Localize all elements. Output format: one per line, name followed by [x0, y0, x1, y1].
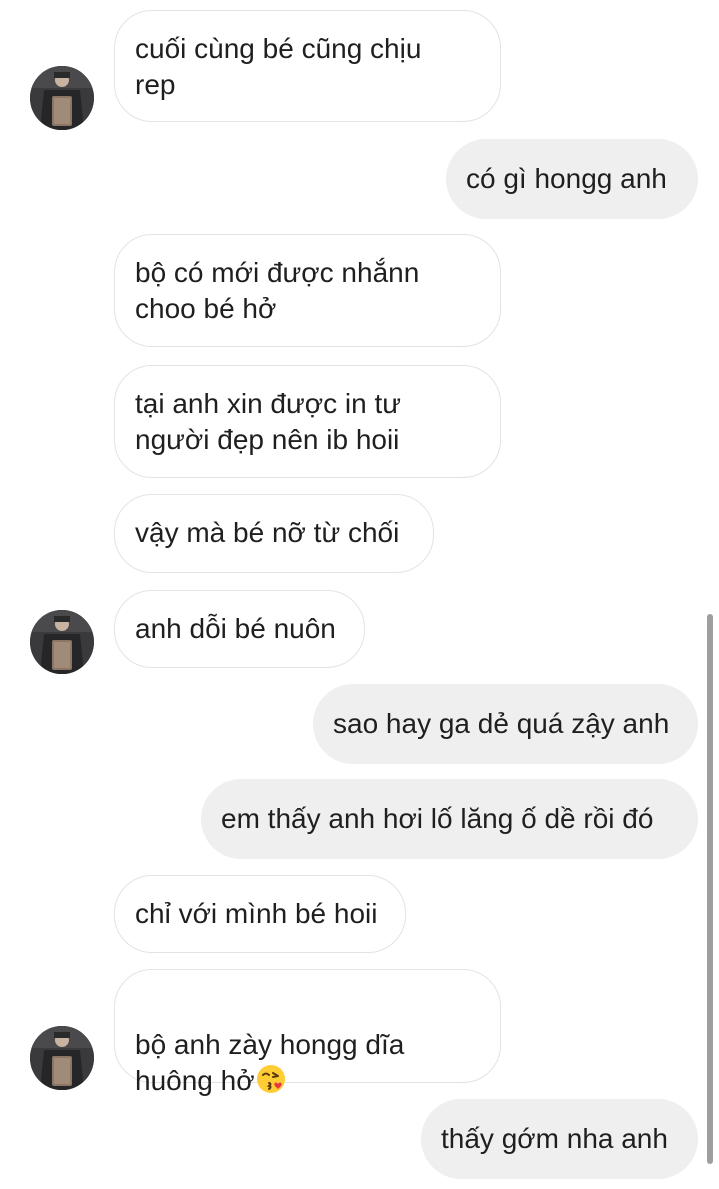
message-bubble-incoming[interactable]: bộ anh zày hongg dĩa huông hở — [114, 969, 501, 1096]
message-bubble-outgoing[interactable]: có gì hongg anh — [446, 139, 698, 219]
message-bubble-incoming[interactable]: anh dỗi bé nuôn — [114, 590, 365, 668]
message-bubble-incoming[interactable]: vậy mà bé nỡ từ chối — [114, 494, 434, 573]
avatar-photo-icon — [30, 1026, 94, 1090]
message-bubble-outgoing[interactable]: thấy gớm nha anh — [421, 1099, 698, 1179]
avatar-photo-icon — [30, 610, 94, 674]
scrollbar[interactable] — [707, 614, 713, 1164]
contact-avatar[interactable] — [30, 1026, 94, 1090]
message-bubble-incoming[interactable]: cuối cùng bé cũng chịu rep — [114, 10, 501, 122]
message-bubble-outgoing[interactable]: em thấy anh hơi lố lăng ố dề rồi đó — [201, 779, 698, 859]
kissing-face-emoji-icon — [256, 1064, 286, 1103]
contact-avatar[interactable] — [30, 66, 94, 130]
avatar-photo-icon — [30, 66, 94, 130]
contact-avatar[interactable] — [30, 610, 94, 674]
message-bubble-outgoing[interactable]: sao hay ga dẻ quá zậy anh — [313, 684, 698, 764]
message-bubble-incoming[interactable]: tại anh xin được in tư người đẹp nên ib … — [114, 365, 501, 478]
message-bubble-incoming[interactable]: bộ có mới được nhắnn choo bé hở — [114, 234, 501, 347]
message-bubble-incoming[interactable]: chỉ với mình bé hoii — [114, 875, 406, 953]
